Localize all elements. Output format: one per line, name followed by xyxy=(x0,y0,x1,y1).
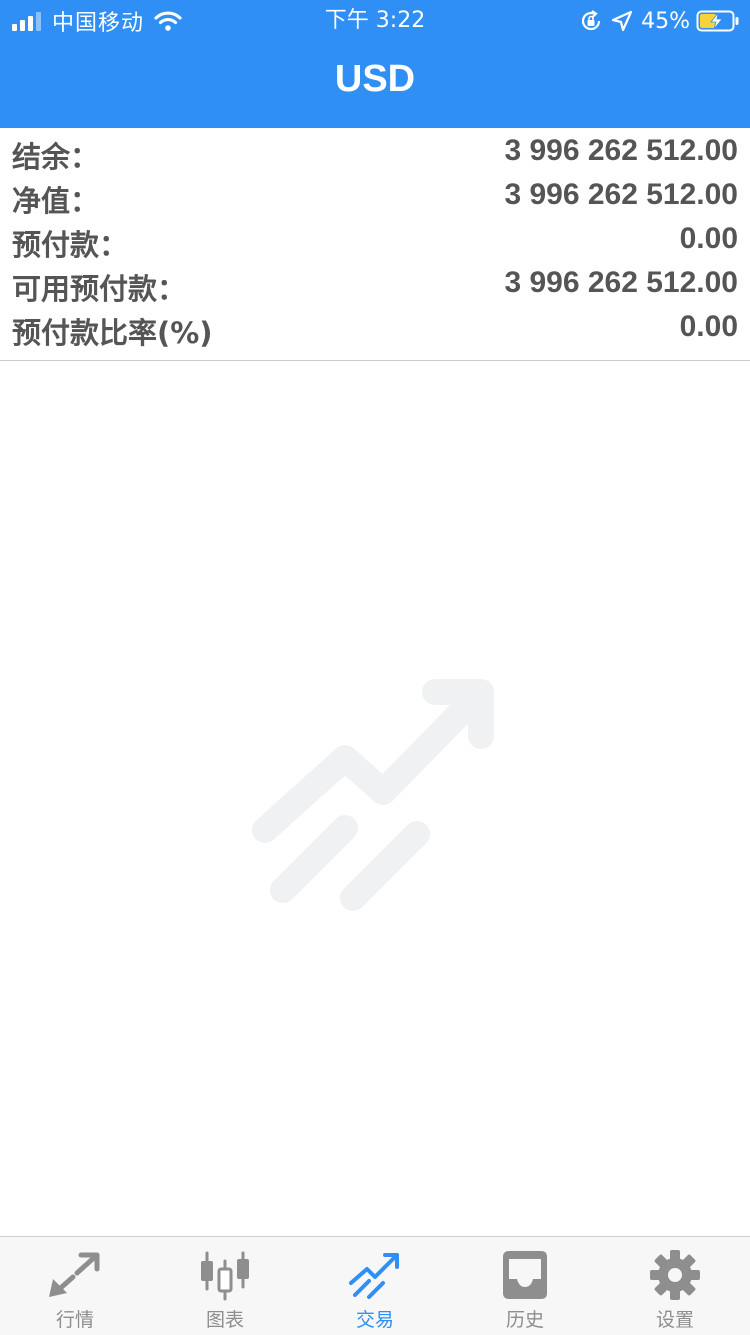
summary-row-margin-level: 预付款比率(%) 0.00 xyxy=(0,304,750,350)
page-title: USD xyxy=(334,58,416,100)
tab-history[interactable]: 历史 xyxy=(450,1237,600,1335)
status-bar: 中国移动 下午 3:22 45% xyxy=(0,0,750,42)
location-arrow-icon xyxy=(611,10,633,32)
free-margin-value: 3 996 262 512.00 xyxy=(504,266,738,299)
battery-percent: 45% xyxy=(641,8,690,34)
balance-label: 结余： xyxy=(12,140,100,174)
status-right: 45% xyxy=(579,6,740,36)
tab-trade[interactable]: 交易 xyxy=(300,1237,450,1335)
tab-history-label: 历史 xyxy=(505,1309,544,1331)
equity-value: 3 996 262 512.00 xyxy=(504,178,738,211)
margin-value: 0.00 xyxy=(679,222,738,255)
free-margin-label: 可用预付款： xyxy=(12,272,187,306)
tab-settings-label: 设置 xyxy=(655,1309,694,1331)
summary-row-margin: 预付款： 0.00 xyxy=(0,216,750,262)
rotation-lock-icon xyxy=(582,10,601,31)
margin-level-value: 0.00 xyxy=(679,310,738,343)
tab-trade-label: 交易 xyxy=(355,1309,394,1331)
app-header: 中国移动 下午 3:22 45% USD xyxy=(0,0,750,128)
candlestick-chart-icon xyxy=(201,1251,249,1301)
trade-trend-icon xyxy=(349,1253,399,1299)
inbox-history-icon xyxy=(503,1251,547,1299)
summary-row-balance: 结余： 3 996 262 512.00 xyxy=(0,128,750,174)
tab-quotes[interactable]: 行情 xyxy=(0,1237,150,1335)
summary-row-equity: 净值： 3 996 262 512.00 xyxy=(0,172,750,218)
quotes-arrows-icon xyxy=(49,1252,100,1297)
tab-quotes-label: 行情 xyxy=(55,1309,94,1331)
margin-level-label: 预付款比率(%) xyxy=(12,316,213,350)
equity-label: 净值： xyxy=(12,184,100,218)
tab-settings[interactable]: 设置 xyxy=(600,1237,750,1335)
margin-label: 预付款： xyxy=(12,228,129,262)
bottom-tab-bar: 行情 图表 交易 历史 设置 xyxy=(0,1236,750,1335)
tab-charts-label: 图表 xyxy=(205,1309,244,1331)
summary-row-free-margin: 可用预付款： 3 996 262 512.00 xyxy=(0,260,750,306)
balance-value: 3 996 262 512.00 xyxy=(504,134,738,167)
account-summary: 结余： 3 996 262 512.00 净值： 3 996 262 512.0… xyxy=(0,128,750,361)
gear-icon xyxy=(650,1250,700,1300)
tab-charts[interactable]: 图表 xyxy=(150,1237,300,1335)
empty-trade-watermark-icon xyxy=(252,679,494,911)
battery-charging-icon xyxy=(696,10,739,32)
